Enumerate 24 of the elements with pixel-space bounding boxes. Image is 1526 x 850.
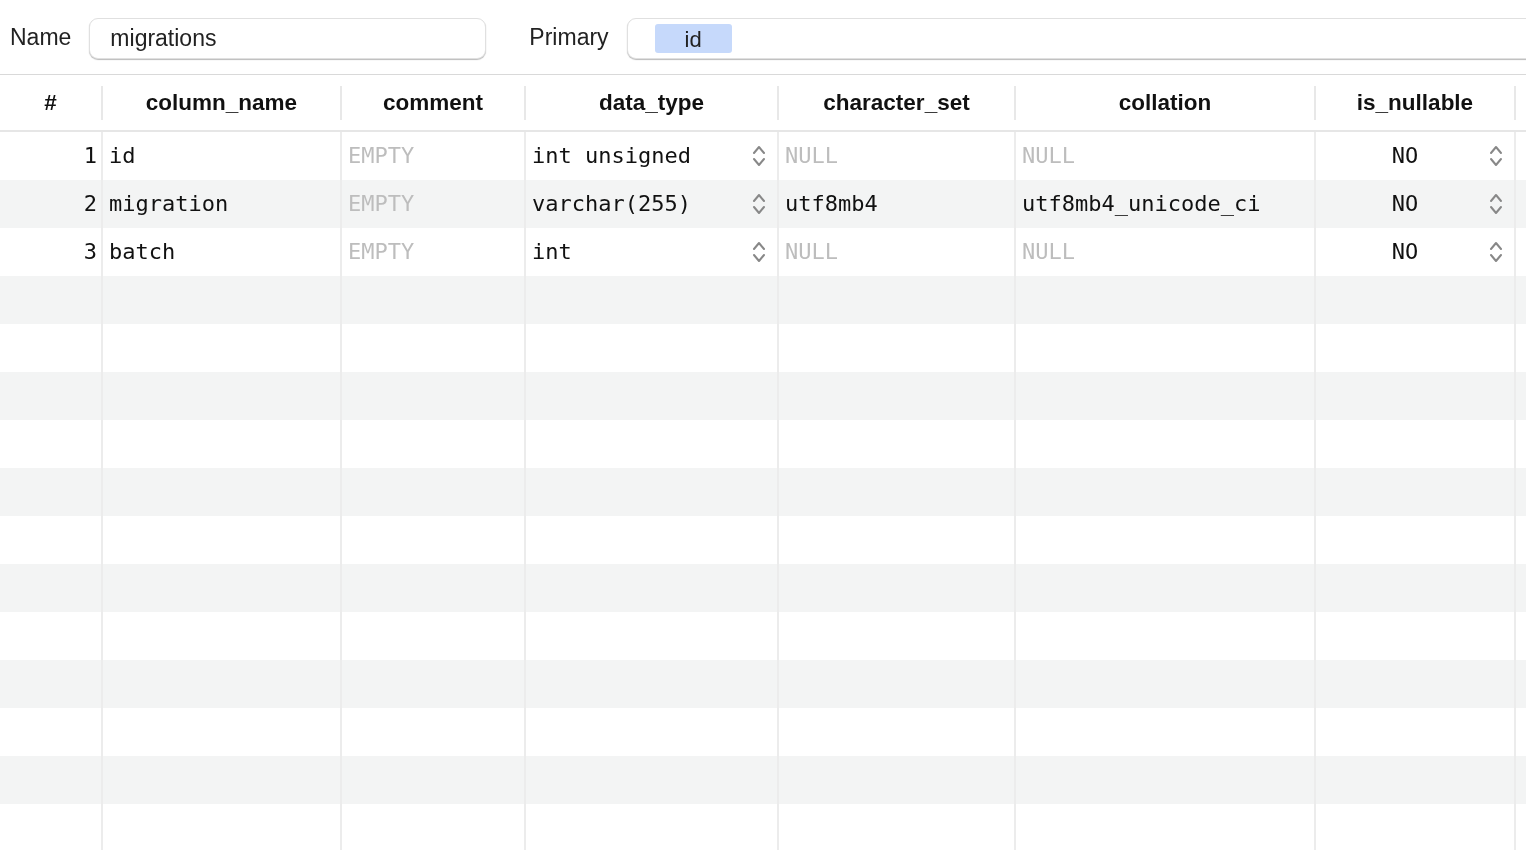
table-cell: utf8mb4_unicode_ci (1016, 180, 1316, 228)
stepper-icon[interactable] (751, 239, 767, 265)
column-header[interactable]: # (0, 86, 103, 120)
column-header[interactable]: character_set (779, 86, 1016, 120)
nullable-select[interactable]: NO (1316, 180, 1516, 228)
type-select[interactable]: varchar(255) (526, 180, 779, 228)
table-cell: utf8mb4 (779, 180, 1016, 228)
column-header[interactable]: column_name (103, 86, 342, 120)
row-number: 2 (0, 180, 103, 228)
key-token[interactable]: id (654, 23, 732, 53)
stepper-icon[interactable] (751, 143, 767, 169)
stepper-icon[interactable] (1488, 143, 1504, 169)
primary-label: Primary (529, 23, 609, 51)
stepper-icon[interactable] (1488, 239, 1504, 265)
primary-key-field[interactable]: id (626, 17, 1526, 59)
column-header[interactable]: is_nullable (1316, 86, 1516, 120)
stepper-icon[interactable] (1488, 191, 1504, 217)
table-cell: migration (103, 180, 342, 228)
name-label: Name (10, 23, 72, 51)
name-field[interactable]: migrations (89, 17, 487, 59)
column-header[interactable]: data_type (526, 86, 779, 120)
column-header[interactable]: comment (342, 86, 526, 120)
stepper-icon[interactable] (751, 191, 767, 217)
column-header[interactable]: collation (1016, 86, 1316, 120)
